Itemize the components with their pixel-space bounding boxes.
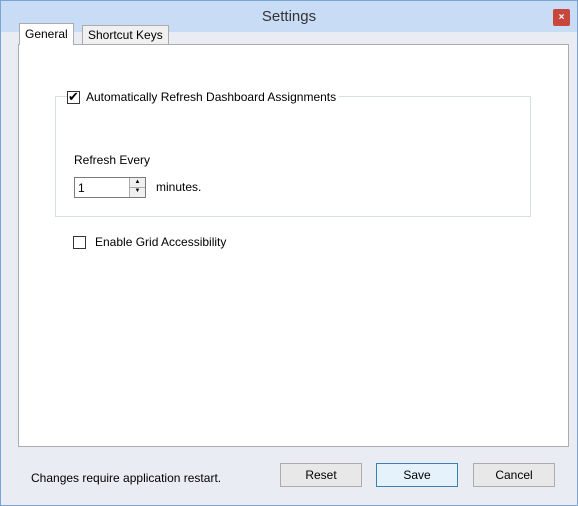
refresh-interval-stepper[interactable]: 1 ▲ ▼ [74,177,146,198]
grid-accessibility-option[interactable]: Enable Grid Accessibility [73,235,226,249]
restart-note: Changes require application restart. [31,471,222,485]
settings-window: Settings × General Shortcut Keys Automat… [0,0,578,506]
minutes-label: minutes. [156,180,202,194]
grid-accessibility-label: Enable Grid Accessibility [95,235,227,249]
cancel-button[interactable]: Cancel [473,463,555,487]
auto-refresh-checkbox[interactable] [67,89,80,105]
reset-button[interactable]: Reset [280,463,362,487]
auto-refresh-option[interactable]: Automatically Refresh Dashboard Assignme… [67,89,340,105]
close-icon: × [558,12,565,23]
refresh-every-label: Refresh Every [74,153,151,167]
tab-general[interactable]: General [19,23,74,45]
window-title: Settings [261,8,317,25]
close-button[interactable]: × [553,9,570,26]
auto-refresh-label: Automatically Refresh Dashboard Assignme… [86,90,337,104]
refresh-interval-value[interactable]: 1 [78,181,85,195]
grid-accessibility-checkbox[interactable] [73,235,86,249]
save-button[interactable]: Save [376,463,458,487]
spin-down-icon[interactable]: ▼ [130,187,145,196]
spin-buttons: ▲ ▼ [129,178,145,197]
tab-shortcut-keys[interactable]: Shortcut Keys [82,25,169,45]
